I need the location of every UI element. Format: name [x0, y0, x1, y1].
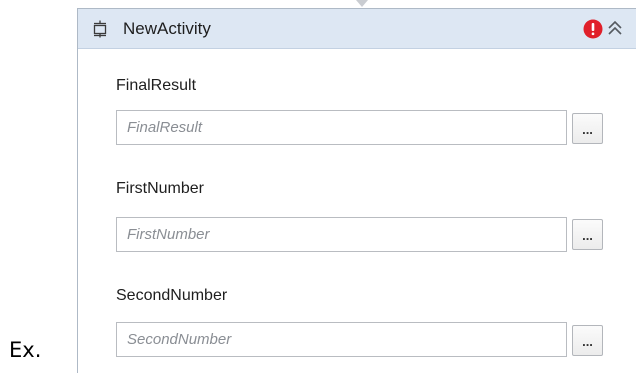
firstnumber-input[interactable] [116, 217, 567, 252]
field-label-secondnumber: SecondNumber [116, 287, 228, 304]
example-annotation: Ex. [9, 338, 42, 362]
finalresult-browse-button[interactable]: ... [572, 113, 603, 144]
designer-canvas: Ex. NewActivity FinalResult FinalResult … [0, 0, 636, 373]
firstnumber-browse-button[interactable]: ... [572, 219, 603, 250]
activity-title: NewActivity [123, 19, 211, 38]
finalresult-input[interactable] [116, 110, 567, 145]
activity-icon [91, 20, 109, 38]
secondnumber-browse-button[interactable]: ... [572, 325, 603, 356]
field-label-firstnumber: FirstNumber [116, 180, 205, 197]
error-icon[interactable] [583, 19, 603, 39]
activity-card[interactable]: NewActivity FinalResult ... FirstNumber [77, 8, 636, 373]
field-label-finalresult: FinalResult [116, 77, 197, 94]
chevron-up-icon[interactable] [606, 19, 624, 39]
flow-connector-arrow [356, 0, 368, 7]
secondnumber-input[interactable] [116, 322, 567, 357]
activity-header[interactable]: NewActivity [78, 9, 636, 49]
